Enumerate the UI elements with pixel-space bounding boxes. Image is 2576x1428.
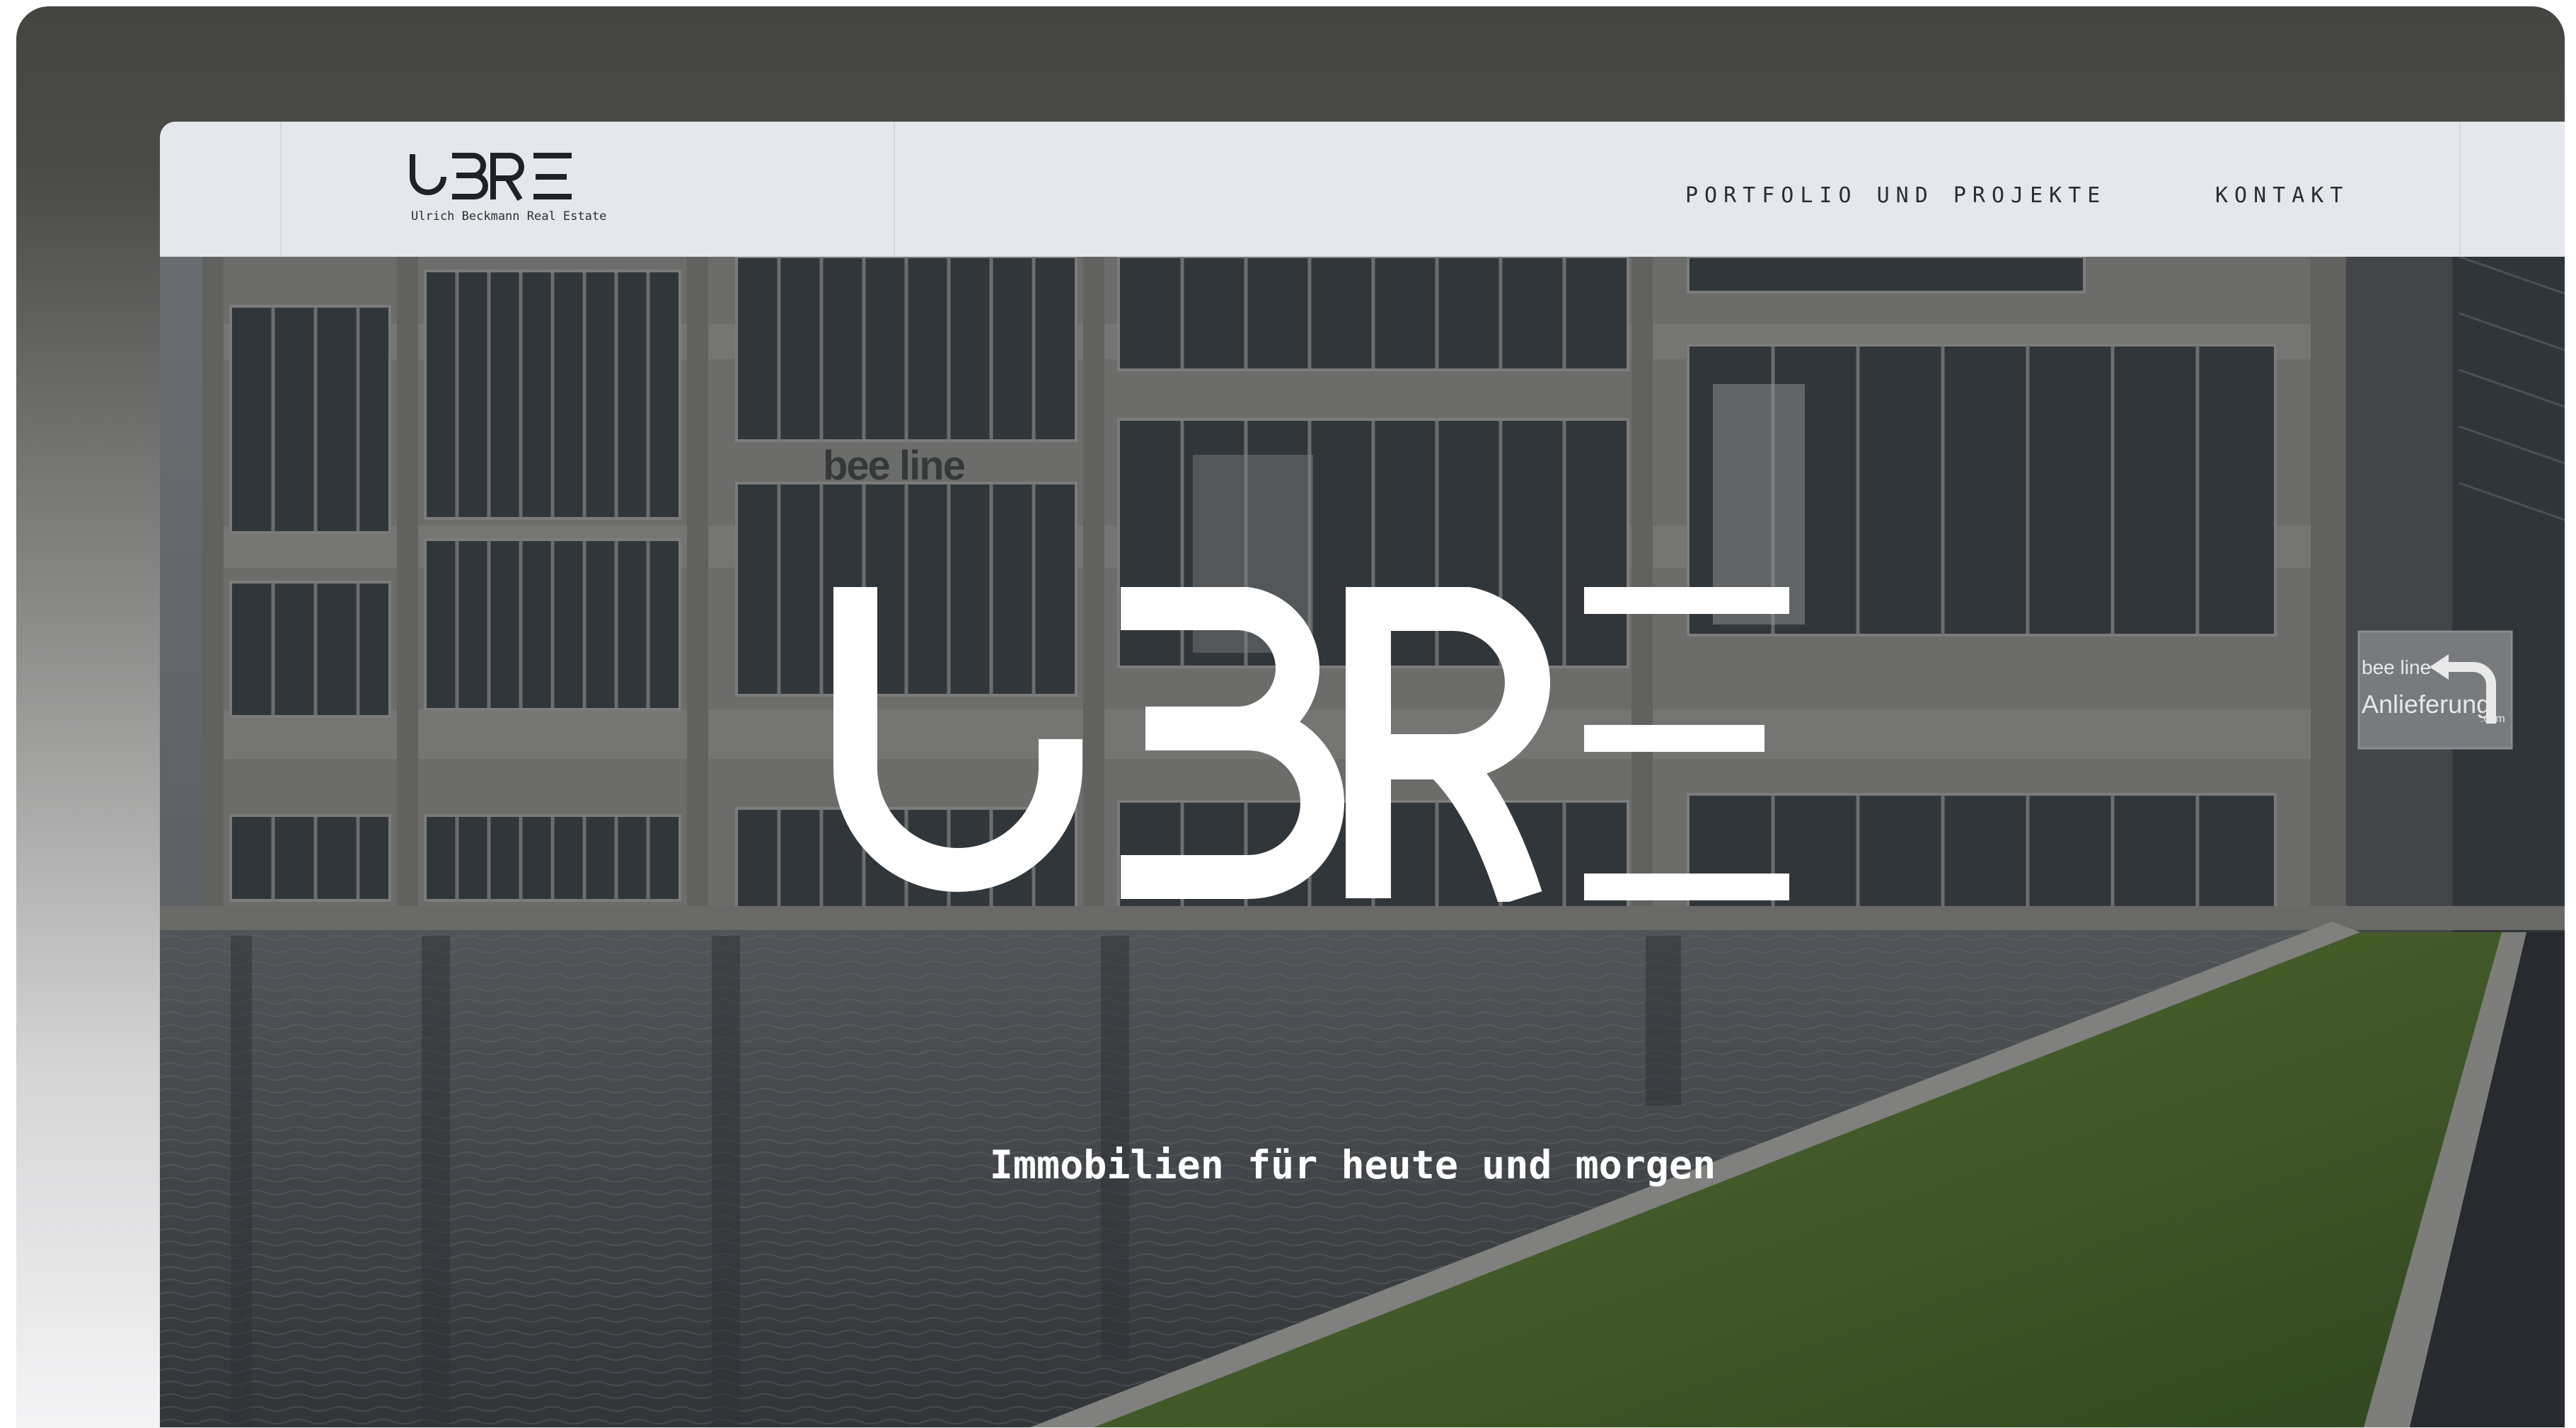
nav-kontakt-link[interactable]: KONTAKT bbox=[2215, 183, 2349, 208]
nav-portfolio-link[interactable]: PORTFOLIO UND PROJEKTE bbox=[1685, 183, 2106, 208]
site-header: Ulrich Beckmann Real Estate PORTFOLIO UN… bbox=[160, 122, 2565, 257]
turn-left-arrow-icon bbox=[2430, 654, 2496, 724]
ubre-logo-icon bbox=[410, 153, 572, 202]
logo-subtitle: Ulrich Beckmann Real Estate bbox=[411, 209, 607, 224]
header-divider bbox=[280, 122, 282, 257]
hero-tagline-text: Immobilien für heute und morgen bbox=[989, 1142, 1716, 1188]
building-sign: bee line bbox=[823, 443, 966, 489]
header-divider bbox=[2459, 122, 2461, 257]
header-divider bbox=[894, 122, 895, 257]
signpost-brand: bee line bbox=[2362, 656, 2432, 678]
hero-ubre-logo-icon bbox=[833, 587, 1789, 902]
website: Ulrich Beckmann Real Estate PORTFOLIO UN… bbox=[160, 122, 2565, 1427]
hero-section: bee line bee line Anlieferung .com Immob… bbox=[160, 257, 2565, 1427]
hero-tagline: Immobilien für heute und morgen bbox=[160, 1142, 2565, 1188]
browser-frame: Ulrich Beckmann Real Estate PORTFOLIO UN… bbox=[16, 6, 2565, 1428]
